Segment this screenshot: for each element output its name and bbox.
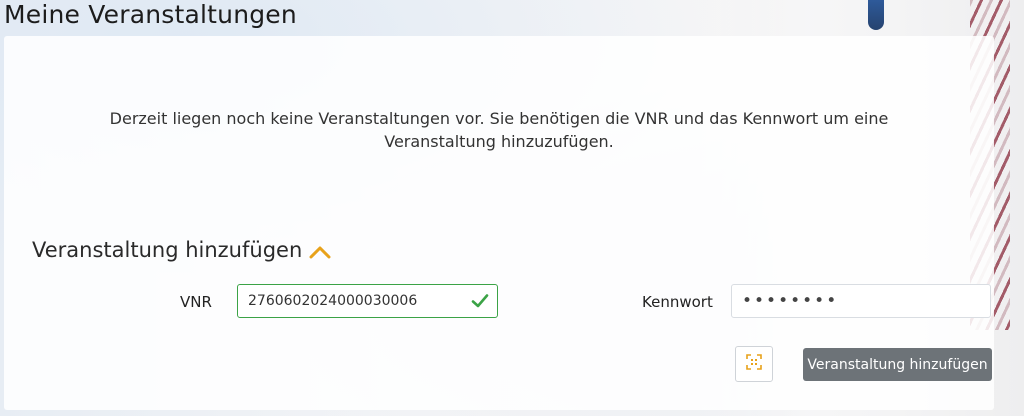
stethoscope-decoration [868, 0, 884, 30]
page-title: Meine Veranstaltungen [4, 0, 297, 29]
password-value: •••••••• [742, 291, 839, 311]
chevron-up-icon [308, 242, 332, 260]
vnr-value: 2760602024000030006 [248, 293, 418, 309]
vnr-label: VNR [180, 293, 212, 311]
password-input[interactable]: •••••••• [731, 284, 991, 318]
events-card: Derzeit liegen noch keine Veranstaltunge… [4, 36, 994, 410]
qr-scan-button[interactable] [735, 346, 773, 382]
password-label: Kennwort [642, 293, 713, 311]
check-icon [471, 292, 489, 310]
add-event-button[interactable]: Veranstaltung hinzufügen [803, 348, 992, 381]
no-events-info: Derzeit liegen noch keine Veranstaltunge… [109, 109, 889, 151]
qr-scan-icon [746, 354, 762, 374]
vnr-input[interactable]: 2760602024000030006 [237, 284, 498, 318]
add-event-toggle[interactable]: Veranstaltung hinzufügen [32, 238, 332, 262]
add-event-section-title: Veranstaltung hinzufügen [32, 238, 303, 262]
